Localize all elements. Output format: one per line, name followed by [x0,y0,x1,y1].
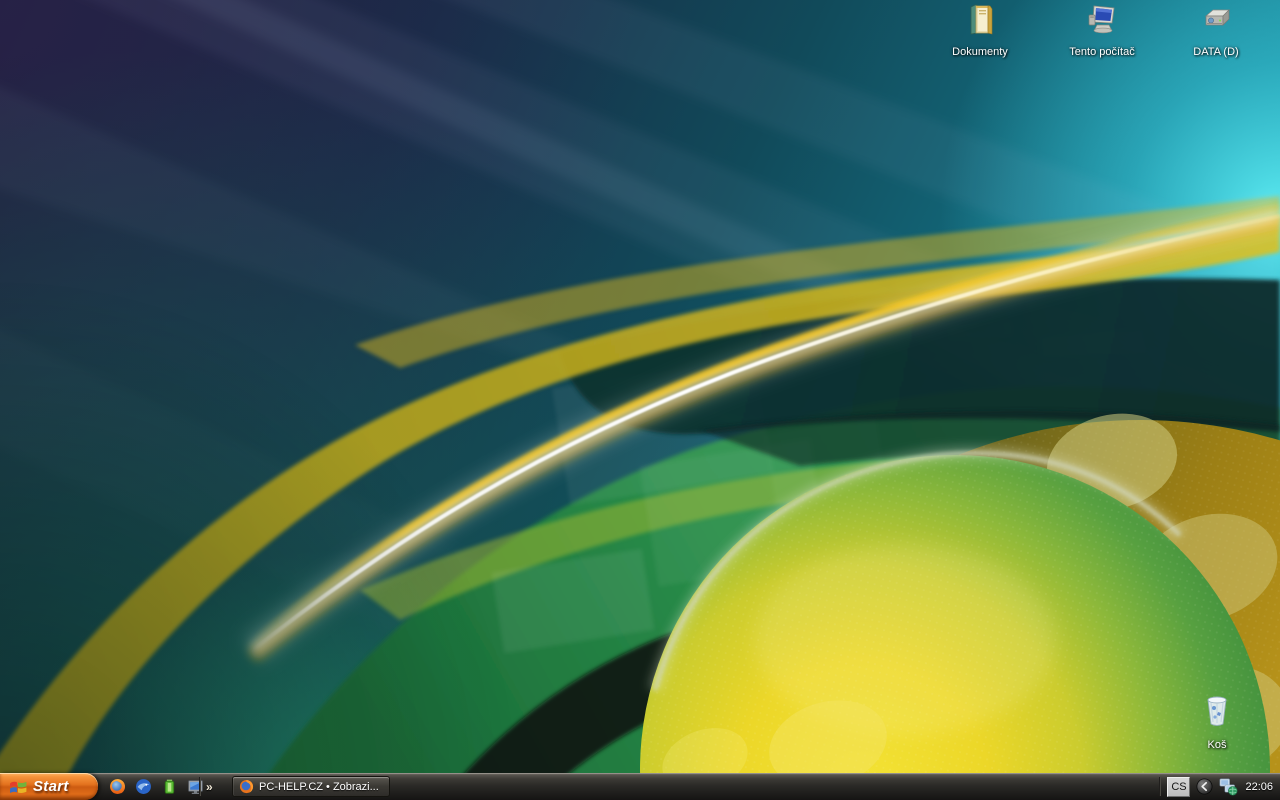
desktop-icon-tento-pocitac[interactable]: Tento počítač [1060,3,1144,60]
desktop-icon-label: Tento počítač [1069,46,1134,59]
windows-logo-icon [9,778,28,795]
taskbar: Start [0,773,1280,800]
network-icon[interactable] [1219,777,1238,796]
battery-icon[interactable] [159,777,179,797]
start-button[interactable]: Start [0,773,98,800]
monitor-icon[interactable] [185,777,205,797]
task-button-label: PC-HELP.CZ • Zobrazi... [259,781,379,793]
chevron-left-ball-icon[interactable] [1196,778,1213,795]
thunderbird-icon[interactable] [133,777,153,797]
computer-icon [1060,3,1144,42]
language-indicator[interactable]: CS [1167,777,1190,797]
desktop-icon-label: DATA (D) [1193,46,1238,59]
desktop-icon-kos[interactable]: Koš [1175,692,1259,753]
desktop-icon-dokumenty[interactable]: Dokumenty [938,3,1022,60]
recycle-bin-icon [1175,692,1259,735]
desktop-icon-label: Koš [1208,739,1227,752]
desktop-icon-label: Dokumenty [952,46,1008,59]
task-button-firefox[interactable]: PC-HELP.CZ • Zobrazi... [232,776,390,797]
taskbar-divider [199,777,201,796]
start-button-label: Start [33,778,69,795]
firefox-icon[interactable] [107,777,127,797]
drive-icon [1174,3,1258,42]
system-tray: CS [1159,773,1280,800]
quick-launch-overflow-chevron[interactable]: » [206,773,213,800]
taskbar-clock[interactable]: 22:06 [1244,781,1273,793]
firefox-icon [239,779,254,794]
quick-launch-bar [107,773,205,800]
folder-icon [938,3,1022,42]
desktop-icon-data-d[interactable]: DATA (D) [1174,3,1258,60]
tray-divider [1159,777,1161,796]
desktop[interactable]: Dokumenty Tento počítač [0,0,1280,800]
wallpaper-graphic [0,0,1280,800]
